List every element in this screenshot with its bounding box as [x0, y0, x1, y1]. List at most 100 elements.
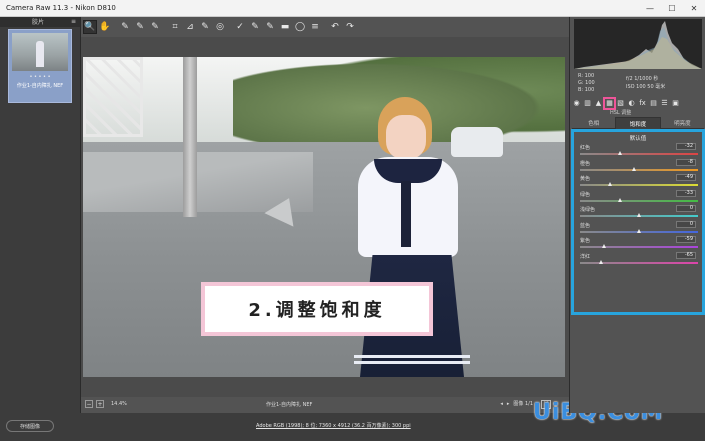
tool-4-icon[interactable]: ✎ [148, 20, 162, 34]
info-readout: R: 100 G: 100 B: 100 f/2 1/1000 秒 ISO 10… [574, 71, 702, 97]
slider-thumb[interactable] [632, 166, 637, 171]
readout-r: R: 100 [578, 73, 595, 79]
default-link[interactable]: 默认值 [574, 134, 702, 142]
window-controls: — ☐ ✕ [639, 0, 705, 17]
tool-13-icon[interactable]: ◯ [293, 20, 307, 34]
slider-label: 红色 [580, 145, 591, 151]
panel-tab-4-icon[interactable]: ▧ [616, 99, 625, 108]
tool-1-icon[interactable]: ✋ [98, 20, 112, 34]
slider-row: 洋红 -65 [578, 251, 698, 269]
tool-0-icon[interactable]: 🔍 [83, 20, 97, 34]
filmstrip-panel: 胶片 ≡ • • • • • 作业1-自内障扎 NEF [0, 17, 81, 441]
zoom-control: − + 14.4% [85, 400, 127, 408]
tool-5-icon[interactable]: ⌗ [168, 20, 182, 34]
slider-value-input[interactable]: -49 [676, 174, 696, 181]
slider-value-input[interactable]: -32 [676, 143, 696, 150]
slider-value-input[interactable]: 0 [676, 220, 696, 228]
slider-value-input[interactable]: -8 [676, 158, 696, 166]
tool-14-icon[interactable]: ≡ [308, 20, 322, 34]
panel-tab-3-icon[interactable]: ▦ [603, 96, 616, 110]
camera-exposure: f/2 1/1000 秒 [626, 76, 659, 82]
slider-track[interactable] [580, 246, 698, 248]
caption-banner: 2.调整饱和度 [201, 282, 433, 336]
tab-luminance[interactable]: 明亮度 [660, 117, 704, 129]
filmstrip-thumbnail[interactable]: • • • • • 作业1-自内障扎 NEF [8, 29, 72, 103]
slider-label: 橙色 [580, 160, 591, 167]
slider-thumb[interactable] [637, 228, 641, 233]
rating-stars[interactable]: • • • • • [12, 74, 68, 80]
tool-7-icon[interactable]: ✎ [198, 20, 212, 34]
panel-tab-0-icon[interactable]: ◉ [572, 99, 581, 108]
slider-thumb[interactable] [598, 259, 603, 264]
slider-label: 洋红 [580, 253, 591, 260]
save-image-button[interactable]: 存储图像 [6, 420, 54, 432]
slider-thumb[interactable] [617, 197, 622, 202]
panel-tab-9-icon[interactable]: ▣ [671, 99, 680, 108]
thumbnail-image [12, 33, 68, 71]
slider-thumb[interactable] [608, 182, 613, 186]
slider-value-input[interactable]: -59 [676, 236, 696, 243]
tool-2-icon[interactable]: ✎ [118, 20, 132, 34]
tool-6-icon[interactable]: ⊿ [183, 20, 197, 34]
window-title: Camera Raw 11.3 - Nikon D810 [6, 4, 116, 12]
zoom-in-button[interactable]: + [96, 400, 104, 408]
zoom-out-button[interactable]: − [85, 400, 93, 408]
preview-photo[interactable]: 2.调整饱和度 [83, 57, 565, 377]
slider-value-input[interactable]: -33 [676, 189, 696, 197]
thumbnail-filename: 作业1-自内障扎 NEF [16, 83, 64, 89]
histogram [574, 19, 702, 69]
slider-thumb[interactable] [637, 213, 641, 217]
slider-thumb[interactable] [602, 244, 607, 248]
tool-3-icon[interactable]: ✎ [133, 20, 147, 34]
slider-label: 浅绿色 [580, 207, 596, 213]
tool-12-icon[interactable]: ▬ [278, 20, 292, 34]
next-image-button[interactable]: ▸ [507, 401, 510, 407]
toolbar: 🔍 ✋ ✎ ✎ ✎ ⌗ ⊿ ✎ ◎ ✓ ✎ ✎ ▬ ◯ ≡ ↶ ↷ [81, 17, 569, 37]
tool-10-icon[interactable]: ✎ [248, 20, 262, 34]
tool-9-icon[interactable]: ✓ [233, 20, 247, 34]
preview-canvas[interactable]: 2.调整饱和度 [81, 37, 569, 397]
zoom-level[interactable]: 14.4% [111, 401, 127, 407]
slider-label: 黄色 [580, 176, 591, 182]
slider-thumb[interactable] [618, 151, 623, 155]
slider-value-input[interactable]: 0 [676, 205, 696, 212]
tab-hue[interactable]: 色相 [572, 117, 616, 129]
panel-tab-2-icon[interactable]: ▲ [594, 99, 603, 108]
tool-11-icon[interactable]: ✎ [263, 20, 277, 34]
panel-tabs: ◉ ▥ ▲ ▦ ▧ ◐ fx ▤ ☰ ▣ [572, 96, 704, 110]
filmstrip-menu-icon[interactable]: ≡ [71, 18, 76, 25]
camera-iso: ISO 100 50 毫米 [626, 84, 666, 90]
tool-16-icon[interactable]: ↷ [343, 20, 357, 34]
slider-track[interactable] [580, 153, 698, 155]
panel-tab-7-icon[interactable]: ▤ [649, 99, 658, 108]
adjust-panel: R: 100 G: 100 B: 100 f/2 1/1000 秒 ISO 10… [569, 17, 705, 413]
minimize-button[interactable]: — [639, 0, 661, 17]
saturation-sliders: 默认值 红色 -32 橙色 -8 黄色 -49 绿色 -33 浅绿色 0 蓝色 0 紫色 -59 洋红 -65 [571, 129, 705, 315]
window-titlebar: Camera Raw 11.3 - Nikon D810 — ☐ ✕ [0, 0, 705, 17]
slider-label: 紫色 [580, 238, 591, 244]
filmstrip-title: 胶片 [32, 19, 45, 26]
section-title: HSL 调整 [610, 110, 632, 116]
panel-tab-1-icon[interactable]: ▥ [583, 99, 592, 108]
tool-8-icon[interactable]: ◎ [213, 20, 227, 34]
prev-image-button[interactable]: ◂ [500, 401, 503, 407]
tool-15-icon[interactable]: ↶ [328, 20, 342, 34]
maximize-button[interactable]: ☐ [661, 0, 683, 17]
readout-g: G: 100 [578, 80, 595, 86]
panel-tab-8-icon[interactable]: ☰ [660, 99, 669, 108]
workflow-options-link[interactable]: Adobe RGB (1998); 8 位; 7360 x 4912 (36.2… [256, 422, 411, 429]
image-count: 图像 1/1 [513, 401, 533, 407]
slider-track[interactable] [580, 199, 698, 202]
status-bar: − + 14.4% 作业1-自内障扎 NEF ◂ ▸ 图像 1/1 Y [81, 397, 569, 413]
tab-saturation[interactable]: 饱和度 [615, 117, 661, 129]
readout-b: B: 100 [578, 87, 595, 93]
panel-tab-6-icon[interactable]: fx [638, 99, 647, 108]
slider-value-input[interactable]: -65 [676, 251, 696, 259]
filmstrip-header: 胶片 ≡ [0, 17, 80, 27]
caption-text: 2.调整饱和度 [205, 286, 429, 332]
panel-tab-5-icon[interactable]: ◐ [627, 99, 636, 108]
slider-track[interactable] [580, 168, 698, 171]
hsl-tabs: 色相 饱和度 明亮度 [572, 117, 704, 129]
slider-track[interactable] [580, 184, 698, 186]
close-button[interactable]: ✕ [683, 0, 705, 17]
